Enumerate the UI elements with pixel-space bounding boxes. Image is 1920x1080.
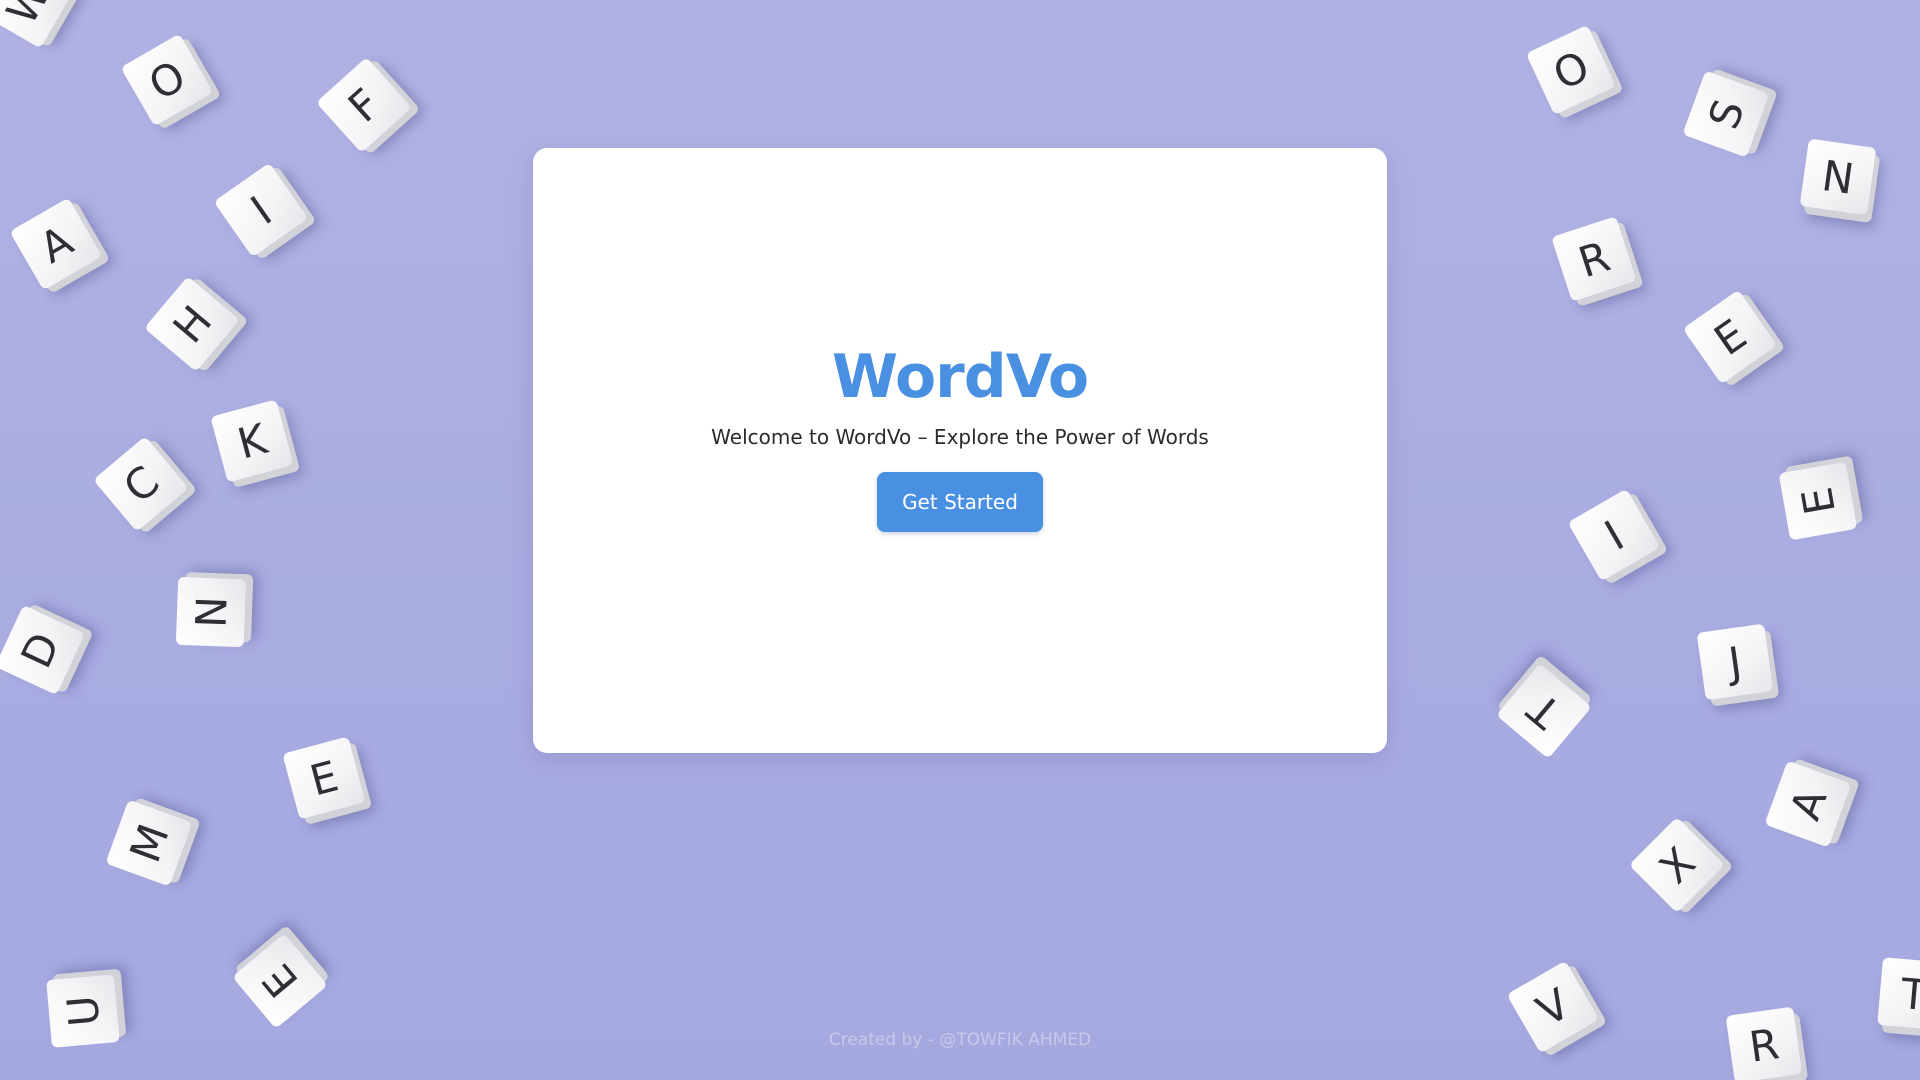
letter-tile: A [9, 197, 103, 291]
letter-tile: O [1525, 24, 1617, 116]
letter-tile: T [1496, 663, 1592, 759]
letter-tile: I [213, 162, 309, 258]
letter-tile: E [282, 736, 366, 820]
get-started-button[interactable]: Get Started [877, 472, 1043, 532]
letter-tile: F [315, 56, 413, 154]
letter-tile: D [0, 604, 86, 696]
letter-tile: I [1567, 488, 1661, 582]
letter-tile: N [1799, 138, 1877, 216]
letter-tile: T [1877, 957, 1920, 1031]
letter-tile: O [120, 33, 214, 127]
letter-tile: X [1628, 816, 1726, 914]
footer-credit: Created by - @TOWFIK AHMED [828, 1030, 1092, 1050]
letter-tile: R [1551, 216, 1637, 302]
letter-tile: A [1764, 760, 1852, 848]
letter-tile: J [1696, 623, 1774, 701]
app-title: WordVo [831, 342, 1089, 412]
letter-tile: W [0, 0, 75, 49]
letter-tile: E [1778, 461, 1858, 541]
letter-tile: S [1682, 70, 1770, 158]
app-subtitle: Welcome to WordVo – Explore the Power of… [711, 425, 1209, 449]
letter-tile: M [105, 799, 193, 887]
letter-tile: N [175, 576, 247, 648]
letter-tile: E [232, 933, 328, 1029]
